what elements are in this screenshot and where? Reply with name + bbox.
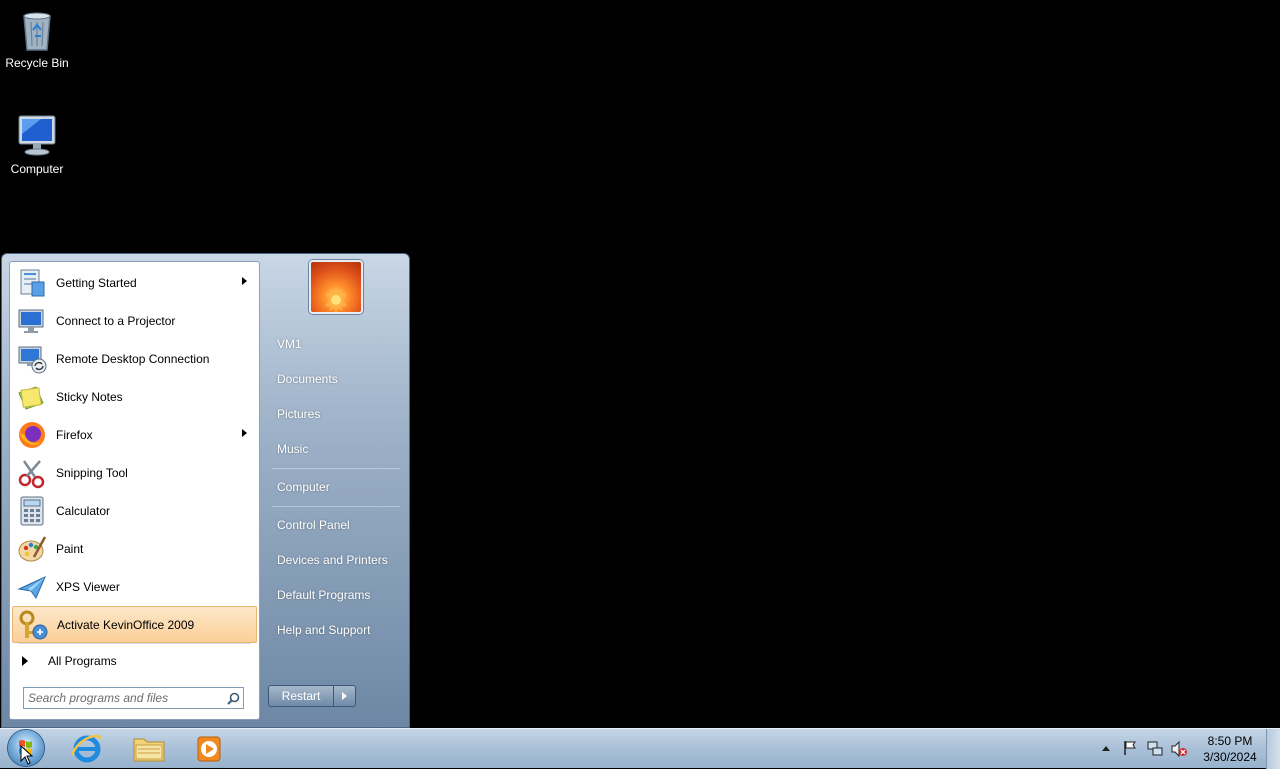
place-label: Default Programs (277, 588, 371, 602)
taskbar-media-player[interactable] (182, 731, 236, 765)
action-center-flag-icon[interactable] (1122, 740, 1138, 756)
taskbar: 8:50 PM 3/30/2024 (0, 728, 1280, 769)
program-label: Firefox (56, 427, 93, 442)
show-desktop-button[interactable] (1266, 729, 1280, 769)
restart-button[interactable]: Restart (268, 685, 334, 707)
program-remote-desktop-connection[interactable]: Remote Desktop Connection (12, 340, 257, 377)
place-devices-and-printers[interactable]: Devices and Printers (269, 545, 402, 575)
program-firefox[interactable]: Firefox (12, 416, 257, 453)
remote-desktop-icon (16, 343, 48, 375)
place-label: Devices and Printers (277, 553, 388, 567)
program-snipping-tool[interactable]: Snipping Tool (12, 454, 257, 491)
place-label: VM1 (277, 337, 302, 351)
place-control-panel[interactable]: Control Panel (269, 510, 402, 540)
program-label: Getting Started (56, 275, 137, 290)
program-label: XPS Viewer (56, 579, 120, 594)
program-connect-to-projector[interactable]: Connect to a Projector (12, 302, 257, 339)
media-player-icon (197, 736, 221, 762)
program-sticky-notes[interactable]: Sticky Notes (12, 378, 257, 415)
program-label: Paint (56, 541, 84, 556)
volume-muted-icon[interactable] (1170, 740, 1188, 758)
restart-label: Restart (281, 689, 321, 703)
shutdown-options-arrow-icon[interactable] (334, 685, 356, 707)
calculator-icon (16, 495, 48, 527)
program-label: Calculator (56, 503, 111, 518)
network-icon[interactable] (1146, 740, 1164, 758)
place-label: Control Panel (277, 518, 350, 532)
place-label: Help and Support (277, 623, 371, 637)
key-icon (17, 609, 49, 641)
place-help-and-support[interactable]: Help and Support (269, 615, 402, 645)
places-separator (272, 468, 400, 469)
desktop-icon-label: Computer (10, 162, 64, 176)
submenu-arrow-icon[interactable] (242, 277, 247, 285)
program-label: Connect to a Projector (56, 313, 176, 328)
program-xps-viewer[interactable]: XPS Viewer (12, 568, 257, 605)
program-getting-started[interactable]: Getting Started (12, 264, 257, 301)
place-computer[interactable]: Computer (269, 472, 402, 502)
desktop-icon-computer[interactable]: Computer (0, 112, 74, 176)
clock-time: 8:50 PM (1207, 734, 1253, 748)
place-label: Computer (277, 480, 330, 494)
place-label: Documents (277, 372, 338, 386)
mouse-cursor-icon (20, 745, 34, 765)
xps-viewer-icon (16, 571, 48, 603)
place-user-vm1[interactable]: VM1 (269, 329, 402, 359)
place-pictures[interactable]: Pictures (269, 399, 402, 429)
all-programs-button[interactable]: All Programs (18, 650, 248, 672)
desktop-icon-label: Recycle Bin (5, 56, 69, 70)
system-clock[interactable]: 8:50 PM 3/30/2024 (1196, 733, 1264, 765)
places-separator (272, 506, 400, 507)
program-paint[interactable]: Paint (12, 530, 257, 567)
search-box[interactable] (23, 687, 244, 709)
flower-icon (325, 288, 347, 312)
program-label: Sticky Notes (56, 389, 123, 404)
program-label: Activate KevinOffice 2009 (57, 617, 195, 632)
desktop-icon-recycle-bin[interactable]: Recycle Bin (0, 6, 74, 70)
firefox-icon (16, 419, 48, 451)
show-hidden-icons-icon[interactable] (1101, 744, 1111, 752)
computer-icon (13, 112, 61, 160)
place-music[interactable]: Music (269, 434, 402, 464)
submenu-arrow-icon[interactable] (242, 429, 247, 437)
sticky-notes-icon (16, 381, 48, 413)
search-input[interactable] (24, 691, 223, 705)
program-label: Snipping Tool (56, 465, 128, 480)
program-label: Remote Desktop Connection (56, 351, 210, 366)
place-label: Music (277, 442, 309, 456)
snipping-tool-icon (16, 457, 48, 489)
projector-icon (16, 305, 48, 337)
start-menu-programs-pane: Getting Started Connect to a Projector R… (9, 261, 260, 720)
place-documents[interactable]: Documents (269, 364, 402, 394)
file-explorer-icon (133, 738, 165, 762)
all-programs-label: All Programs (48, 654, 117, 668)
program-activate-kevinoffice[interactable]: Activate KevinOffice 2009 (12, 606, 257, 643)
search-icon (223, 688, 243, 708)
taskbar-internet-explorer[interactable] (60, 731, 114, 765)
recycle-bin-icon (13, 6, 61, 54)
program-calculator[interactable]: Calculator (12, 492, 257, 529)
start-menu: Getting Started Connect to a Projector R… (1, 253, 410, 728)
clock-date: 3/30/2024 (1203, 750, 1257, 764)
place-label: Pictures (277, 407, 321, 421)
internet-explorer-icon (70, 734, 102, 763)
getting-started-icon (16, 267, 48, 299)
user-picture-avatar[interactable] (309, 260, 363, 314)
programs-separator (18, 643, 251, 644)
expand-arrow-icon (22, 656, 28, 666)
place-default-programs[interactable]: Default Programs (269, 580, 402, 610)
paint-icon (16, 533, 48, 565)
taskbar-file-explorer[interactable] (122, 731, 176, 765)
